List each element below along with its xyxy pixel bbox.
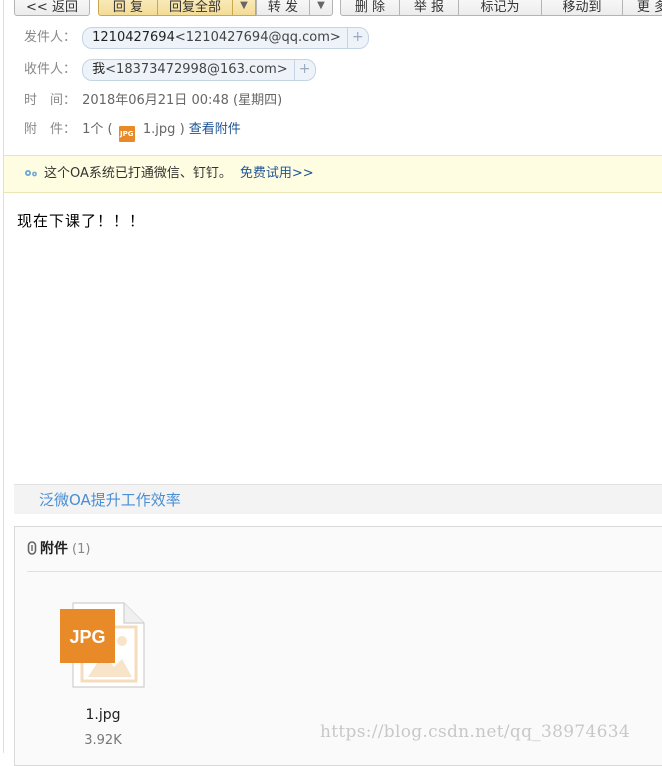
add-contact-plus-icon[interactable]: +	[346, 27, 368, 48]
notice-text: 这个OA系统已打通微信、钉钉。	[44, 166, 232, 181]
more-button[interactable]: 更 多	[622, 0, 662, 16]
free-trial-link[interactable]: 免费试用>>	[240, 166, 314, 181]
jpg-badge-label: JPG	[69, 627, 105, 647]
from-label: 发件人：	[24, 30, 77, 45]
sender-name: 1210427694	[92, 29, 175, 45]
to-label: 收件人：	[24, 62, 77, 77]
ad-banner[interactable]: 泛微OA提升工作效率	[14, 484, 662, 514]
gears-icon	[25, 170, 37, 177]
paperclip-icon	[27, 541, 37, 555]
reply-all-button[interactable]: 回复全部	[157, 0, 233, 16]
add-contact-plus-icon[interactable]: +	[293, 59, 315, 80]
sender-chip[interactable]: 1210427694<1210427694@qq.com> +	[82, 26, 369, 49]
mail-body-text: 现在下课了！！！	[17, 212, 146, 230]
time-row: 时 间： 2018年06月21日 00:48 (星期四)	[24, 89, 282, 113]
reply-dropdown-chevron-icon[interactable]: ▼	[232, 0, 256, 16]
mark-as-button[interactable]: 标记为	[458, 0, 542, 16]
attachments-title: 附件	[40, 541, 68, 557]
to-row: 收件人： 我<18373472998@163.com> +	[24, 58, 316, 82]
attachment-count: 1个 (	[82, 122, 113, 137]
attachment-file-name[interactable]: 1.jpg	[75, 707, 131, 723]
recipient-name: 我	[92, 61, 106, 77]
attachments-count: (1)	[72, 542, 91, 557]
attachments-header: 附件 (1)	[27, 537, 662, 572]
attachment-filename[interactable]: 1.jpg	[143, 122, 176, 137]
watermark-text: https://blog.csdn.net/qq_38974634	[320, 722, 630, 742]
back-button[interactable]: << 返回	[14, 0, 90, 16]
ad-text[interactable]: 泛微OA提升工作效率	[39, 491, 181, 509]
delete-button[interactable]: 删 除	[340, 0, 400, 16]
reply-button[interactable]: 回 复	[98, 0, 158, 16]
jpg-file-thumbnail-icon[interactable]: JPG	[60, 601, 148, 691]
attachment-close-paren: )	[179, 122, 185, 137]
report-button[interactable]: 举 报	[399, 0, 459, 16]
time-value: 2018年06月21日 00:48 (星期四)	[82, 93, 283, 108]
forward-dropdown-chevron-icon[interactable]: ▼	[309, 0, 333, 16]
recipient-email: <18373472998@163.com>	[105, 61, 288, 77]
forward-button[interactable]: 转 发	[256, 0, 310, 16]
time-label: 时 间：	[24, 93, 77, 108]
sender-email: <1210427694@qq.com>	[174, 29, 341, 45]
content-left-border	[3, 0, 4, 753]
view-attachments-link[interactable]: 查看附件	[189, 122, 241, 137]
attachment-row: 附 件： 1个 ( JPG 1.jpg ) 查看附件	[24, 118, 241, 142]
mail-toolbar: << 返回 回 复 回复全部 ▼ 转 发 ▼ 删 除 举 报 标记为 移动到 更…	[0, 0, 662, 20]
jpg-file-icon: JPG	[118, 126, 135, 142]
attachment-file-size: 3.92K	[84, 733, 122, 748]
notice-bar: 这个OA系统已打通微信、钉钉。 免费试用>>	[4, 155, 662, 193]
move-to-button[interactable]: 移动到	[541, 0, 623, 16]
attachment-label: 附 件：	[24, 122, 77, 137]
from-row: 发件人： 1210427694<1210427694@qq.com> +	[24, 26, 369, 50]
recipient-chip[interactable]: 我<18373472998@163.com> +	[82, 58, 316, 81]
